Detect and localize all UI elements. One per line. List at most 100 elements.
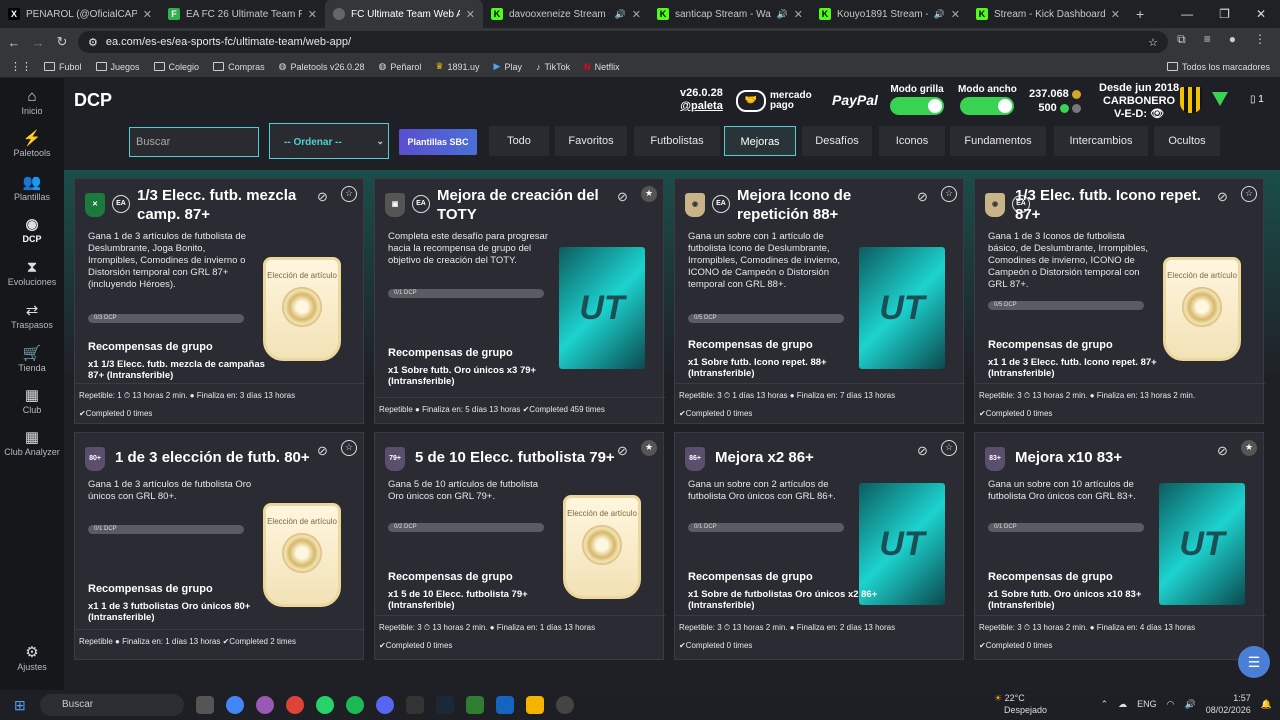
discord-icon[interactable] bbox=[376, 696, 394, 714]
sidebar-item-tienda[interactable]: 🛒 Tienda bbox=[0, 345, 64, 373]
hide-icon[interactable]: ⊘ bbox=[1217, 443, 1228, 459]
tab-todo[interactable]: Todo bbox=[489, 126, 549, 156]
app-icon[interactable] bbox=[556, 696, 574, 714]
close-tab-icon[interactable]: ✕ bbox=[308, 8, 317, 21]
all-bookmarks[interactable]: Todos los marcadores bbox=[1166, 62, 1270, 72]
close-tab-icon[interactable]: ✕ bbox=[951, 8, 960, 21]
toggle-switch[interactable] bbox=[960, 97, 1015, 115]
sbc-card[interactable]: ▣ EA Mejora de creación del TOTY ⊘ ★ Comp… bbox=[374, 178, 665, 424]
wide-mode-toggle[interactable]: Modo ancho bbox=[958, 84, 1017, 115]
app-icon[interactable] bbox=[496, 696, 514, 714]
tab-mejoras[interactable]: Mejoras bbox=[724, 126, 796, 156]
profile-avatar[interactable]: ● bbox=[1229, 32, 1236, 47]
tab-desafios[interactable]: Desafíos bbox=[802, 126, 872, 156]
close-tab-icon[interactable]: ✕ bbox=[794, 8, 803, 21]
tab-favoritos[interactable]: Favoritos bbox=[555, 126, 627, 156]
favorite-star-icon[interactable]: ☆ bbox=[941, 186, 957, 202]
browser-tab[interactable]: KKouyo1891 Stream - Watch🔊✕ bbox=[811, 0, 968, 28]
favorite-star-icon[interactable]: ★ bbox=[1241, 440, 1257, 456]
sidebar-item-inicio[interactable]: ⌂ Inicio bbox=[0, 88, 64, 116]
sbc-card[interactable]: ◉ EA Mejora Icono de repetición 88+ ⊘ ☆ G… bbox=[674, 178, 965, 424]
apps-grid-icon[interactable]: ⋮⋮ bbox=[10, 60, 32, 73]
sbc-card[interactable]: ✕ EA 1/3 Elecc. futb. mezcla camp. 87+ ⊘… bbox=[74, 178, 365, 424]
sbc-card[interactable]: 79+ 5 de 10 Elecc. futbolista 79+ ⊘ ★ Gan… bbox=[374, 432, 665, 660]
hide-icon[interactable]: ⊘ bbox=[1217, 189, 1228, 205]
language-indicator[interactable]: ENG bbox=[1137, 699, 1157, 709]
tab-fundamentos[interactable]: Fundamentos bbox=[950, 126, 1046, 156]
bookmark-link[interactable]: ♛ 1891.uy bbox=[435, 61, 479, 72]
eye-icon[interactable]: 👁 bbox=[1150, 108, 1164, 120]
sidebar-item-ajustes[interactable]: ⚙ Ajustes bbox=[0, 644, 64, 672]
close-tab-icon[interactable]: ✕ bbox=[1111, 8, 1120, 21]
browser-tab-active[interactable]: FC Ultimate Team Web App - E✕ bbox=[325, 0, 483, 28]
maximize-icon[interactable]: ❐ bbox=[1219, 7, 1230, 21]
hide-icon[interactable]: ⊘ bbox=[317, 443, 328, 459]
hide-icon[interactable]: ⊘ bbox=[917, 443, 928, 459]
mercado-pago-button[interactable]: 🤝 mercado pago bbox=[736, 88, 820, 114]
chrome-icon[interactable] bbox=[226, 696, 244, 714]
bookmark-link[interactable]: ♪ TikTok bbox=[536, 62, 570, 72]
back-icon[interactable]: ← bbox=[2, 35, 26, 50]
folder-icon[interactable] bbox=[526, 696, 544, 714]
grid-mode-toggle[interactable]: Modo grilla bbox=[890, 84, 944, 115]
user-link[interactable]: @paleta bbox=[680, 100, 723, 112]
browser-tab[interactable]: FEA FC 26 Ultimate Team Prices,✕ bbox=[160, 0, 325, 28]
sidebar-item-club-analyzer[interactable]: ▦ Club Analyzer bbox=[0, 429, 64, 458]
browser-tab[interactable]: XPEÑAROL (@OficialCAP) / X✕ bbox=[0, 0, 160, 28]
browser-tab[interactable]: Kdavooxeneize Stream - Wat🔊✕ bbox=[483, 0, 649, 28]
bookmark-link[interactable]: ▶ Play bbox=[494, 61, 522, 72]
close-window-icon[interactable]: ✕ bbox=[1256, 7, 1266, 21]
tray-chevron-icon[interactable]: ⌃ bbox=[1101, 699, 1109, 710]
close-tab-icon[interactable]: ✕ bbox=[466, 8, 475, 21]
bookmark-folder[interactable]: Colegio bbox=[153, 62, 199, 72]
notifications-icon[interactable]: 🔔 bbox=[1261, 699, 1272, 710]
bookmark-folder[interactable]: Fubol bbox=[44, 62, 82, 72]
chrome-profile-icon[interactable] bbox=[286, 696, 304, 714]
sbc-card[interactable]: 83+ Mejora x10 83+ ⊘ ★ Gana un sobre con … bbox=[974, 432, 1265, 660]
sidebar-item-evoluciones[interactable]: ⧗ Evoluciones bbox=[0, 259, 64, 287]
file-explorer-icon[interactable] bbox=[196, 696, 214, 714]
tab-ocultos[interactable]: Ocultos bbox=[1154, 126, 1220, 156]
sidebar-item-club[interactable]: ▦ Club bbox=[0, 387, 64, 415]
tab-iconos[interactable]: Iconos bbox=[879, 126, 945, 156]
windows-start-icon[interactable]: ⊞ bbox=[14, 697, 26, 714]
menu-fab-button[interactable]: ☰ bbox=[1238, 646, 1270, 678]
bookmark-folder[interactable]: Juegos bbox=[95, 62, 140, 72]
notification-count[interactable]: ▯ 1 bbox=[1250, 94, 1264, 105]
wifi-icon[interactable]: ◠ bbox=[1167, 699, 1175, 710]
chrome-profile-icon[interactable] bbox=[256, 696, 274, 714]
taskbar-search[interactable]: Buscar bbox=[40, 694, 184, 716]
sbc-card[interactable]: 80+ 1 de 3 elección de futb. 80+ ⊘ ☆ Gana… bbox=[74, 432, 365, 660]
bookmark-link[interactable]: N Netflix bbox=[584, 62, 620, 72]
forward-icon[interactable]: → bbox=[26, 35, 50, 50]
bookmark-star-icon[interactable]: ☆ bbox=[1148, 36, 1158, 49]
hide-icon[interactable]: ⊘ bbox=[317, 189, 328, 205]
obs-icon[interactable] bbox=[406, 696, 424, 714]
browser-tab[interactable]: K Stream - Kick Dashboard ✕ bbox=[968, 0, 1128, 28]
search-input[interactable]: Buscar bbox=[129, 127, 259, 157]
sidebar-item-plantillas[interactable]: 👥 Plantillas bbox=[0, 174, 64, 202]
cloud-icon[interactable]: ☁ bbox=[1118, 699, 1127, 710]
extensions-icon[interactable]: ⧉ bbox=[1177, 32, 1186, 47]
reload-icon[interactable]: ↻ bbox=[50, 34, 74, 50]
tab-futbolistas[interactable]: Futbolistas bbox=[634, 126, 720, 156]
favorite-star-icon[interactable]: ☆ bbox=[341, 440, 357, 456]
sbc-card[interactable]: ◉ EA 1/3 Elec. futb. Icono repet. 87+ ⊘ ☆… bbox=[974, 178, 1265, 424]
favorite-star-icon[interactable]: ☆ bbox=[341, 186, 357, 202]
app-icon[interactable] bbox=[466, 696, 484, 714]
close-tab-icon[interactable]: ✕ bbox=[632, 8, 641, 21]
bookmark-link[interactable]: ◍ Peñarol bbox=[379, 61, 422, 72]
weather-widget[interactable]: ☀ 22°C Despejado bbox=[994, 692, 1047, 716]
favorite-star-icon[interactable]: ☆ bbox=[941, 440, 957, 456]
paypal-button[interactable]: PayPal bbox=[832, 92, 878, 108]
sbc-templates-button[interactable]: Plantillas SBC bbox=[399, 129, 477, 155]
sort-select[interactable]: -- Ordenar -- ⌄ bbox=[269, 123, 389, 159]
browser-menu-icon[interactable]: ⋮ bbox=[1254, 32, 1266, 47]
bookmark-link[interactable]: ◍ Paletools v26.0.28 bbox=[279, 61, 365, 72]
volume-icon[interactable]: 🔊 bbox=[1185, 699, 1196, 710]
sidebar-item-traspasos[interactable]: ⇄ Traspasos bbox=[0, 302, 64, 330]
hide-icon[interactable]: ⊘ bbox=[617, 443, 628, 459]
spotify-icon[interactable] bbox=[346, 696, 364, 714]
browser-tab[interactable]: Ksanticap Stream - Watch Li🔊✕ bbox=[649, 0, 811, 28]
new-tab-button[interactable]: + bbox=[1128, 0, 1152, 28]
